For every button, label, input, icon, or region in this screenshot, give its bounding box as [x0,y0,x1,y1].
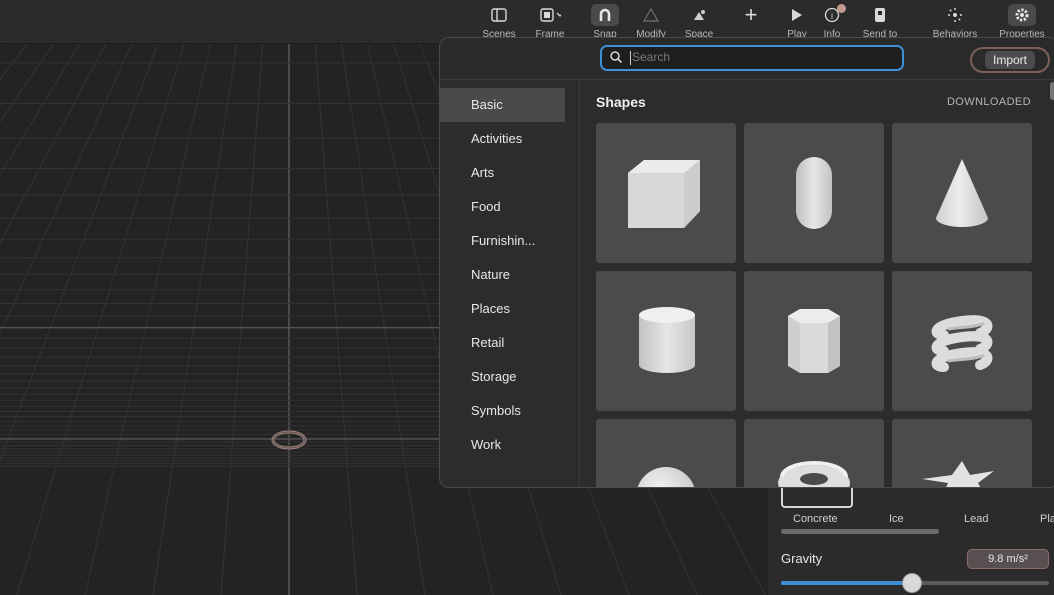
search-icon [610,51,622,63]
material-ice[interactable]: Ice [889,513,904,525]
modify-icon [640,6,662,24]
downloaded-filter[interactable]: DOWNLOADED [947,96,1031,108]
section-title: Shapes [596,94,646,110]
material-concrete[interactable]: Concrete [793,513,838,525]
material-scrollbar[interactable] [781,529,939,534]
object-library-popover: Search Import Basic Activities Arts Food Fur… [439,37,1054,488]
play-icon [786,6,808,24]
category-item[interactable]: Furnishin... [440,224,565,258]
gear-icon [1008,4,1036,26]
notification-dot [837,4,846,13]
space-icon [688,6,710,24]
spring-icon [931,315,993,372]
material-selection-frame[interactable] [781,486,853,508]
frame-icon [539,6,561,24]
torus-icon [778,461,850,487]
behaviors-icon [944,6,966,24]
category-item[interactable]: Activities [440,122,565,156]
category-item[interactable]: Symbols [440,394,565,428]
gravity-slider-knob[interactable] [902,573,923,593]
hexagonal-prism-icon [788,309,840,373]
search-input[interactable]: Search [600,45,904,71]
search-placeholder: Search [632,50,671,64]
properties-panel: Concrete Ice Lead Pla Gravity 9.8 m/s² [768,470,1054,595]
shape-tile-spring[interactable] [892,271,1032,411]
sphere-icon [637,467,695,487]
sidebar-icon [488,6,510,24]
category-sidebar: Basic Activities Arts Food Furnishin... Natur… [440,80,580,487]
import-button-label: Import [984,51,1035,69]
category-item[interactable]: Nature [440,258,565,292]
magnet-icon [591,4,619,26]
star-icon [922,461,994,487]
shapes-content: Shapes DOWNLOADED [580,80,1054,487]
shape-tile-sphere[interactable] [596,419,736,487]
shape-tile-hexagonal-prism[interactable] [744,271,884,411]
material-lead[interactable]: Lead [964,513,988,525]
material-plastic[interactable]: Pla [1040,513,1054,525]
gravity-slider-fill [781,581,913,585]
import-button[interactable]: Import [970,47,1050,73]
text-caret [630,51,631,65]
shape-tile-cone[interactable] [892,123,1032,263]
cylinder-icon [639,307,695,373]
category-item[interactable]: Work [440,428,565,462]
category-item[interactable]: Places [440,292,565,326]
category-item[interactable]: Arts [440,156,565,190]
category-item[interactable]: Storage [440,360,565,394]
shape-tile-capsule[interactable] [744,123,884,263]
popover-header: Search Import [440,38,1054,80]
shape-tile-cylinder[interactable] [596,271,736,411]
popover-scrollbar[interactable] [1050,82,1054,100]
capsule-icon [796,157,832,229]
svg-text:i: i [831,11,833,21]
category-item[interactable]: Basic [440,88,565,122]
category-item[interactable]: Food [440,190,565,224]
gravity-value-field[interactable]: 9.8 m/s² [967,549,1049,569]
category-item[interactable]: Retail [440,326,565,360]
shape-tile-star[interactable] [892,419,1032,487]
cube-icon [628,160,700,228]
send-to-icon [869,6,891,24]
shape-tile-torus[interactable] [744,419,884,487]
gravity-label: Gravity [781,551,823,566]
cone-icon [936,159,988,227]
shape-tile-cube[interactable] [596,123,736,263]
plus-icon: + [744,2,758,27]
